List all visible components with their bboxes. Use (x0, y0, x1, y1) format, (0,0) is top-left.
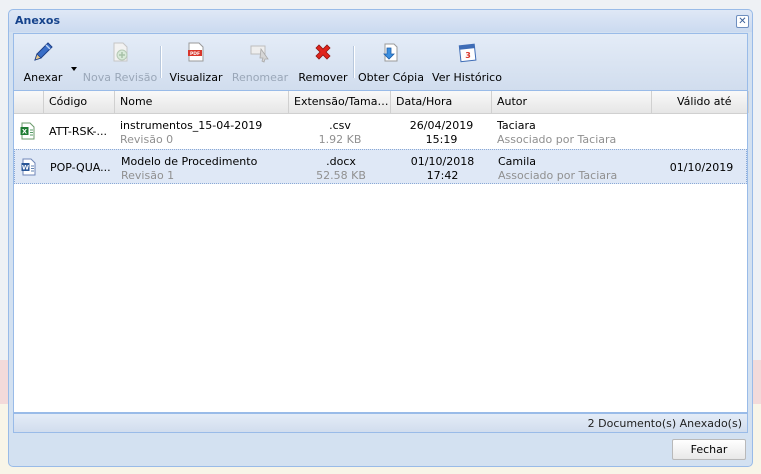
new-revision-button[interactable]: Nova Revisão (82, 34, 158, 90)
column-header-code[interactable]: Código (44, 91, 115, 113)
row-date: 01/10/2018 (410, 155, 475, 168)
row-name: Modelo de Procedimento (121, 155, 258, 168)
row-code: ATT-RSK-... (49, 125, 108, 138)
column-header-name[interactable]: Nome (115, 91, 289, 113)
close-button[interactable]: Fechar (672, 439, 746, 460)
row-revision: Revisão 0 (120, 133, 174, 146)
new-revision-icon (113, 42, 128, 62)
attach-menu-arrow-icon[interactable] (71, 67, 77, 71)
download-icon (383, 43, 398, 62)
row-size: 1.92 KB (318, 133, 362, 146)
pdf-icon: PDF (188, 42, 204, 62)
row-size: 52.58 KB (316, 169, 366, 182)
word-file-icon: W (21, 158, 36, 176)
row-valid-until: 01/10/2019 (669, 161, 734, 174)
svg-text:W: W (22, 164, 29, 172)
get-copy-button[interactable]: Obter Cópia (358, 34, 424, 90)
toolbar: Anexar Nova Revisão PDF Visualizar Renom… (13, 33, 748, 91)
svg-text:X: X (22, 128, 27, 136)
table-row[interactable]: W POP-QUA... Modelo de Procedimento Revi… (14, 149, 747, 184)
grid-footer: 2 Documento(s) Anexado(s) (13, 413, 748, 433)
row-date: 26/04/2019 (409, 119, 474, 132)
view-button[interactable]: PDF Visualizar (166, 34, 226, 90)
pencil-icon (34, 42, 53, 61)
history-calendar-icon: 3 (458, 43, 477, 63)
svg-text:PDF: PDF (190, 51, 200, 57)
toolbar-separator (353, 46, 355, 78)
toolbar-separator (160, 46, 162, 78)
attachment-count: 2 Documento(s) Anexado(s) (587, 417, 742, 430)
row-author: Taciara (497, 119, 536, 132)
row-associated-by: Associado por Taciara (497, 133, 617, 146)
rename-button[interactable]: Renomear (230, 34, 290, 90)
remove-x-icon (315, 44, 331, 60)
view-history-button[interactable]: 3 Ver Histórico (432, 34, 502, 90)
column-header-icon[interactable] (14, 91, 44, 113)
row-time: 17:42 (426, 169, 459, 182)
excel-file-icon: X (20, 122, 35, 140)
row-associated-by: Associado por Taciara (498, 169, 618, 182)
column-header-author[interactable]: Autor (492, 91, 652, 113)
row-revision: Revisão 1 (121, 169, 175, 182)
attachments-grid: Código Nome Extensão/Taman... Data/Hora … (13, 91, 749, 413)
column-header-extension-size[interactable]: Extensão/Taman... (289, 91, 391, 113)
dialog-titlebar: Anexos ✕ (9, 10, 752, 32)
row-author: Camila (498, 155, 536, 168)
dialog-title: Anexos (15, 14, 61, 27)
row-name: instrumentos_15-04-2019 (120, 119, 263, 132)
row-extension: .docx (326, 155, 356, 168)
svg-text:3: 3 (465, 51, 471, 60)
attachments-dialog: Anexos ✕ Anexar Nova Revisão PDF Visuali… (8, 9, 753, 467)
close-icon[interactable]: ✕ (736, 15, 749, 28)
row-extension: .csv (329, 119, 351, 132)
row-time: 15:19 (425, 133, 458, 146)
column-header-valid-until[interactable]: Válido até (652, 91, 749, 113)
grid-header: Código Nome Extensão/Taman... Data/Hora … (14, 91, 749, 114)
attach-button[interactable]: Anexar (16, 34, 70, 90)
remove-button[interactable]: Remover (296, 34, 350, 90)
table-row[interactable]: X ATT-RSK-... instrumentos_15-04-2019 Re… (14, 114, 747, 150)
column-header-date-time[interactable]: Data/Hora (391, 91, 492, 113)
rename-icon (250, 45, 269, 63)
row-code: POP-QUA... (50, 161, 111, 174)
